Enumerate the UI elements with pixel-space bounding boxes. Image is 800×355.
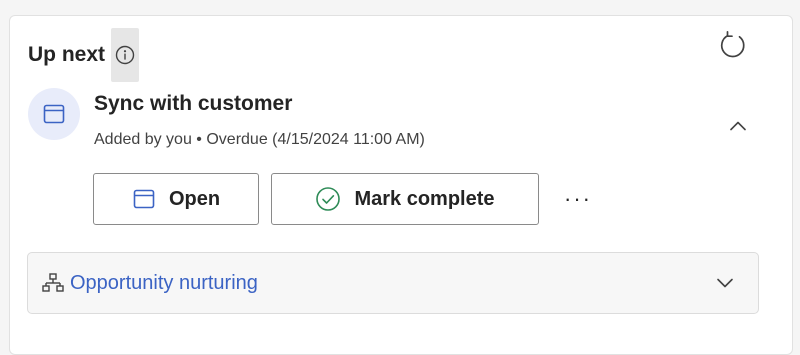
activity-icon-badge	[28, 88, 80, 140]
refresh-icon[interactable]	[716, 28, 750, 62]
check-circle-icon	[316, 187, 341, 211]
up-next-header: Up next	[28, 28, 140, 82]
mark-complete-label: Mark complete	[354, 187, 495, 210]
sequence-link[interactable]: Opportunity nurturing	[70, 272, 258, 295]
hierarchy-icon	[42, 272, 64, 294]
calendar-icon	[133, 189, 155, 209]
sequence-bar[interactable]: Opportunity nurturing	[27, 252, 759, 314]
chevron-down-icon[interactable]	[712, 270, 738, 296]
more-options-button[interactable]: ···	[560, 186, 596, 211]
mark-complete-button[interactable]: Mark complete	[271, 173, 539, 225]
activity-meta: Added by you • Overdue (4/15/2024 11:00 …	[94, 131, 425, 148]
activity-title: Sync with customer	[94, 92, 293, 115]
open-button[interactable]: Open	[93, 173, 259, 225]
info-icon[interactable]	[111, 28, 140, 82]
chevron-up-icon[interactable]	[724, 112, 752, 140]
up-next-title: Up next	[28, 43, 106, 66]
open-button-label: Open	[168, 187, 221, 210]
calendar-icon	[43, 104, 65, 124]
